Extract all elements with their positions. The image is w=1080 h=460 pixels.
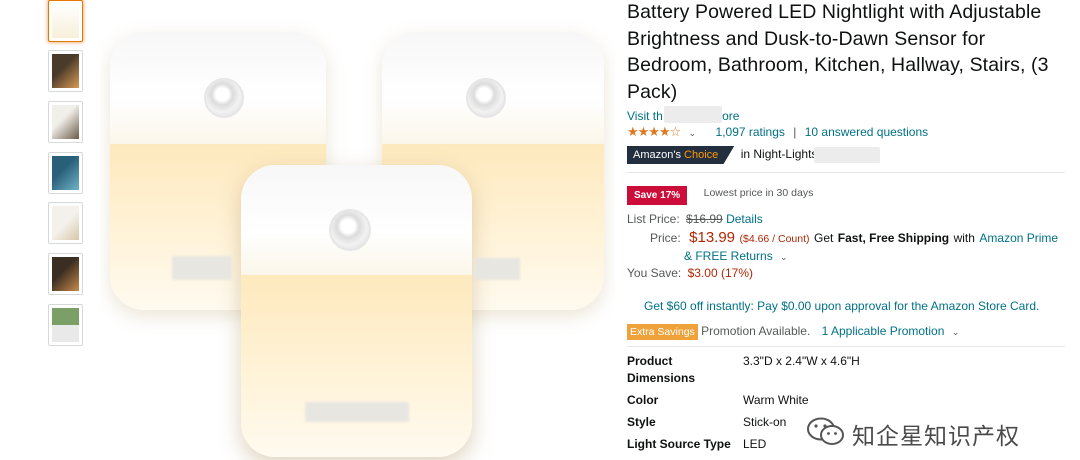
spec-label-light-source: Light Source Type [627,437,731,451]
chevron-down-icon[interactable]: ⌄ [689,128,697,138]
spec-value-style: Stick-on [743,415,787,429]
spec-label-style: Style [627,415,656,429]
thumbnail-image-4[interactable] [48,152,83,194]
store-card-offer[interactable]: Get $60 off instantly: Pay $0.00 upon ap… [644,299,1039,313]
motion-sensor-icon [204,78,244,118]
chevron-down-icon[interactable]: ⌄ [952,327,960,337]
thumbnail-image-7[interactable] [48,304,83,346]
spec-label-color: Color [627,393,659,407]
spec-value-color: Warm White [743,393,809,407]
save-percent-badge: Save 17% [627,186,688,205]
amazons-choice-row: Amazon's Choice in Night-Lights [627,145,817,164]
motion-sensor-icon [329,209,371,251]
promotion-available: Promotion Available. [701,324,811,338]
thumbnail-image-5[interactable] [48,202,83,244]
lowest-price-note: Lowest price in 30 days [703,187,814,199]
chevron-down-icon[interactable]: ⌄ [780,252,788,262]
separator: | [793,125,797,139]
ratings-count-link[interactable]: 1,097 ratings [716,125,785,139]
amazon-prime-link[interactable]: Amazon Prime [979,231,1058,245]
ratings-row: ★★★★☆ ⌄ 1,097 ratings | 10 answered ques… [627,124,928,140]
choice-category[interactable]: in Night-Lights [741,147,818,161]
redacted-logo [474,258,520,280]
product-title: Battery Powered LED Nightlight with Adju… [627,1,1049,103]
thumbnail-image-6[interactable] [48,253,83,295]
price-row: Price: $13.99 ($4.66 / Count) Get Fast, … [650,229,1059,246]
watermark: 知企星知识产权 [806,414,1020,454]
thumbnail-image-2[interactable] [48,50,83,92]
spec-label-dimensions: Product Dimensions [627,354,696,385]
price: $13.99 [689,229,736,246]
list-price-row: List Price: $16.99 Details [627,212,763,226]
thumbnail-image-3[interactable] [48,101,83,143]
watermark-text: 知企星知识产权 [852,424,1020,450]
redacted-store-name [664,106,722,123]
redacted-category-text [814,147,880,163]
thumbnail-image-1[interactable] [48,0,83,42]
spec-value-dimensions: 3.3"D x 2.4"W x 4.6"H [743,354,860,368]
you-save-row: You Save: $3.00 (17%) [627,266,753,280]
extra-savings-badge: Extra Savings [627,324,698,340]
extra-savings-row: Extra Savings Promotion Available. 1 App… [627,324,959,340]
section-divider [627,346,1065,347]
redacted-logo [305,402,409,422]
main-product-image[interactable] [100,0,615,460]
free-returns-link[interactable]: & FREE Returns [684,249,773,263]
deal-row: Save 17% Lowest price in 30 days [627,185,813,205]
list-price: $16.99 [686,212,723,226]
amazons-choice-badge: Amazon's Choice [627,146,735,164]
free-returns-row: & FREE Returns ⌄ [684,249,788,263]
you-save-value: $3.00 (17%) [687,266,753,280]
redacted-logo [172,256,232,280]
answered-questions-link[interactable]: 10 answered questions [805,125,928,139]
wechat-logo-icon [806,416,846,453]
spec-value-light-source: LED [743,437,767,451]
per-count-price: ($4.66 / Count) [739,233,810,245]
fast-free-shipping: Fast, Free Shipping [837,231,950,245]
star-rating-icon[interactable]: ★★★★☆ [627,124,681,139]
applicable-promotion-link[interactable]: 1 Applicable Promotion [822,324,945,338]
details-link[interactable]: Details [726,212,763,226]
motion-sensor-icon [466,78,506,118]
section-divider [627,172,1065,173]
